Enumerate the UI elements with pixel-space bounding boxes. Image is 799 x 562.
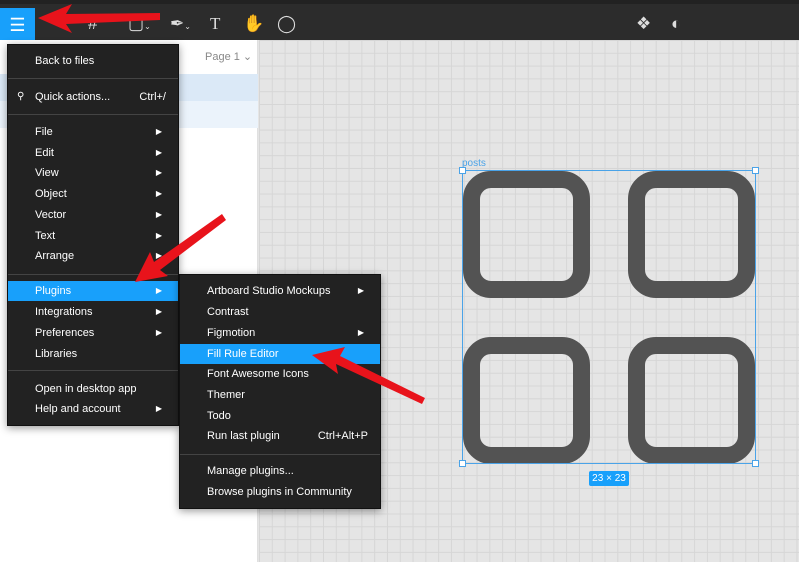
arrow-annotation xyxy=(312,347,425,404)
arrow-annotation xyxy=(38,4,160,33)
annotation-arrows xyxy=(38,4,425,404)
arrow-annotation xyxy=(135,214,226,282)
